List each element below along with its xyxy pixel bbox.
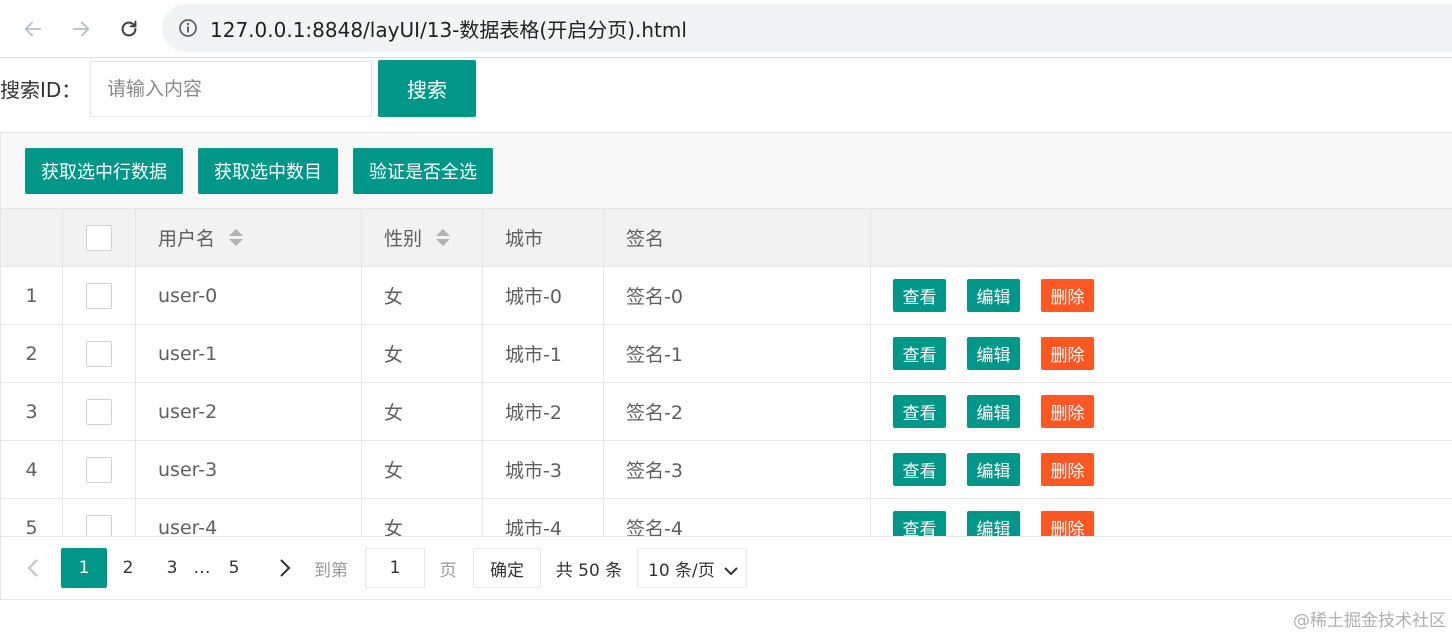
edit-button[interactable]: 编辑 [967, 279, 1020, 312]
row-checkbox[interactable] [86, 340, 112, 367]
header-sign-label: 签名 [626, 228, 665, 250]
header-city: 城市 [483, 209, 604, 266]
sort-icon[interactable] [229, 229, 244, 246]
delete-button[interactable]: 删除 [1041, 279, 1094, 312]
row-checkbox-cell [63, 441, 136, 498]
row-checkbox[interactable] [86, 282, 112, 309]
row-city: 城市-1 [483, 325, 604, 382]
prev-page-icon[interactable] [15, 548, 51, 588]
table-toolbar: 获取选中行数据 获取选中数目 验证是否全选 [1, 133, 1452, 209]
table-row[interactable]: 4 user-3 女 城市-3 签名-3 查看 编辑 删除 [1, 441, 1452, 499]
header-actions [871, 209, 1452, 266]
sort-icon[interactable] [436, 229, 451, 246]
row-sex: 女 [362, 325, 483, 382]
get-selected-rows-button[interactable]: 获取选中行数据 [25, 148, 183, 194]
row-username: user-2 [136, 383, 362, 440]
row-city: 城市-2 [483, 383, 604, 440]
goto-page-input[interactable] [365, 548, 425, 588]
edit-button[interactable]: 编辑 [967, 395, 1020, 428]
row-checkbox-cell [63, 325, 136, 382]
row-checkbox[interactable] [86, 398, 112, 425]
header-checkbox-cell [63, 209, 136, 266]
row-sign: 签名-2 [604, 383, 871, 440]
page-size-value: 10 条/页 [648, 560, 715, 581]
row-sign: 签名-0 [604, 267, 871, 324]
row-actions: 查看 编辑 删除 [871, 383, 1452, 440]
goto-confirm-button[interactable]: 确定 [473, 548, 541, 588]
search-label: 搜索ID： [0, 78, 82, 102]
url-host: 127.0.0.1 [210, 17, 306, 42]
select-all-checkbox[interactable] [86, 224, 112, 251]
page-unit-label: 页 [439, 560, 457, 581]
pagination: 1 2 3 … 5 到第 页 确定 共 50 条 10 条/页 [1, 536, 1452, 599]
row-number: 1 [1, 267, 63, 324]
header-number-cell [1, 209, 63, 266]
get-selected-count-button[interactable]: 获取选中数目 [198, 148, 338, 194]
watermark: @稀土掘金技术社区 [1293, 611, 1446, 631]
check-all-selected-button[interactable]: 验证是否全选 [353, 148, 493, 194]
edit-button[interactable]: 编辑 [967, 453, 1020, 486]
row-username: user-1 [136, 325, 362, 382]
back-arrow-icon[interactable] [16, 12, 50, 46]
address-bar[interactable]: 127.0.0.1:8848/layUI/13-数据表格(开启分页).html [162, 4, 1452, 52]
header-sign: 签名 [604, 209, 871, 266]
goto-label: 到第 [314, 560, 348, 581]
header-sex[interactable]: 性别 [362, 209, 483, 266]
view-button[interactable]: 查看 [893, 337, 946, 370]
delete-button[interactable]: 删除 [1041, 453, 1094, 486]
row-sign: 签名-3 [604, 441, 871, 498]
row-actions: 查看 编辑 删除 [871, 267, 1452, 324]
table-row[interactable]: 3 user-2 女 城市-2 签名-2 查看 编辑 删除 [1, 383, 1452, 441]
table-header-row: 用户名 性别 城市 签名 [1, 209, 1452, 267]
delete-button[interactable]: 删除 [1041, 395, 1094, 428]
page-current[interactable]: 1 [61, 548, 107, 588]
search-input[interactable] [90, 61, 372, 117]
page-link-last[interactable]: 5 [217, 548, 251, 588]
browser-toolbar: 127.0.0.1:8848/layUI/13-数据表格(开启分页).html [0, 0, 1452, 58]
table-row[interactable]: 2 user-1 女 城市-1 签名-1 查看 编辑 删除 [1, 325, 1452, 383]
search-button[interactable]: 搜索 [378, 60, 476, 117]
row-number: 3 [1, 383, 63, 440]
forward-arrow-icon[interactable] [64, 12, 98, 46]
edit-button[interactable]: 编辑 [967, 337, 1020, 370]
row-city: 城市-0 [483, 267, 604, 324]
header-username-label: 用户名 [158, 228, 216, 250]
row-city: 城市-3 [483, 441, 604, 498]
header-username[interactable]: 用户名 [136, 209, 362, 266]
url-path: :8848/layUI/13-数据表格(开启分页).html [305, 17, 687, 42]
page-ellipsis: … [193, 558, 211, 578]
data-table: 获取选中行数据 获取选中数目 验证是否全选 用户名 性别 城市 签名 1 use… [0, 132, 1452, 600]
chevron-down-icon [724, 561, 738, 581]
url-text: 127.0.0.1:8848/layUI/13-数据表格(开启分页).html [210, 14, 687, 43]
row-number: 4 [1, 441, 63, 498]
row-actions: 查看 编辑 删除 [871, 325, 1452, 382]
table-row[interactable]: 1 user-0 女 城市-0 签名-0 查看 编辑 删除 [1, 267, 1452, 325]
row-username: user-3 [136, 441, 362, 498]
header-sex-label: 性别 [384, 228, 423, 250]
row-sex: 女 [362, 441, 483, 498]
reload-icon[interactable] [112, 12, 146, 46]
row-checkbox[interactable] [86, 456, 112, 483]
view-button[interactable]: 查看 [893, 279, 946, 312]
info-icon[interactable] [178, 18, 198, 38]
row-sex: 女 [362, 383, 483, 440]
row-sex: 女 [362, 267, 483, 324]
row-sign: 签名-1 [604, 325, 871, 382]
view-button[interactable]: 查看 [893, 453, 946, 486]
row-checkbox-cell [63, 267, 136, 324]
row-number: 2 [1, 325, 63, 382]
next-page-icon[interactable] [267, 548, 303, 588]
page-size-select[interactable]: 10 条/页 [637, 548, 747, 588]
row-checkbox-cell [63, 383, 136, 440]
row-actions: 查看 编辑 删除 [871, 441, 1452, 498]
total-count: 共 50 条 [555, 560, 623, 581]
page-link[interactable]: 2 [111, 548, 145, 588]
view-button[interactable]: 查看 [893, 395, 946, 428]
page-link[interactable]: 3 [155, 548, 189, 588]
row-username: user-0 [136, 267, 362, 324]
header-city-label: 城市 [505, 228, 544, 250]
delete-button[interactable]: 删除 [1041, 337, 1094, 370]
